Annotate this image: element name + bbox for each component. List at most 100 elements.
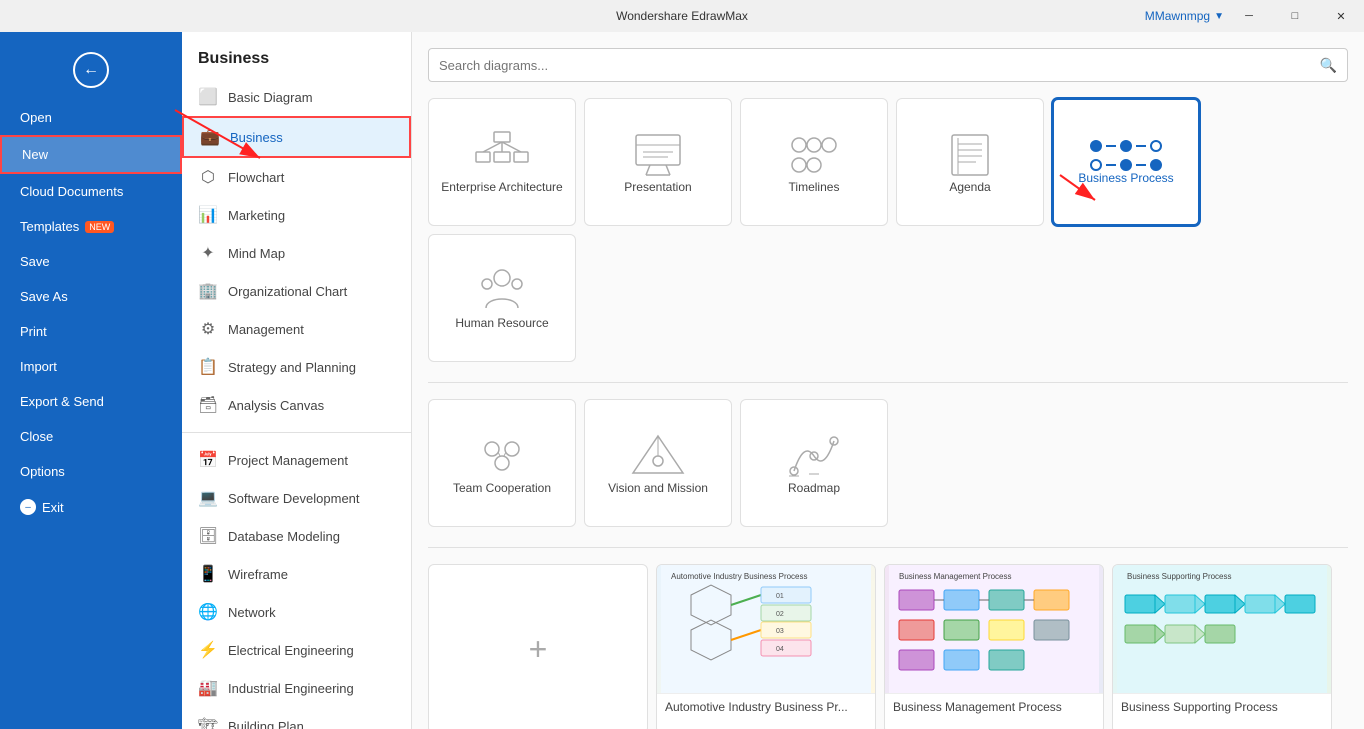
agenda-icon [940, 130, 1000, 180]
team-cooperation-icon [472, 431, 532, 481]
nav-industrial[interactable]: 🏭 Industrial Engineering [182, 669, 411, 707]
template-section-row1: Enterprise Architecture Presentation [428, 98, 1348, 362]
roadmap-icon [784, 431, 844, 481]
management-icon: ⚙ [198, 319, 218, 339]
sidebar-item-new[interactable]: New [0, 135, 182, 174]
svg-text:Automotive Industry Business P: Automotive Industry Business Process [671, 572, 808, 581]
bottom-template-grid-1: + Automotive Industry Business Process [428, 564, 1348, 729]
nav-basic-diagram[interactable]: ⬜ Basic Diagram [182, 78, 411, 116]
sidebar-item-templates[interactable]: Templates NEW [0, 209, 182, 244]
biz-supporting-thumb: Business Supporting Process [1113, 565, 1331, 693]
sidebar-item-cloud[interactable]: Cloud Documents [0, 174, 182, 209]
exit-icon: – [20, 499, 36, 515]
back-button-container: ← [0, 40, 182, 100]
automotive-label: Automotive Industry Business Pr... [657, 693, 875, 720]
plus-icon: + [529, 631, 548, 668]
nav-business[interactable]: 💼 Business [182, 116, 411, 158]
template-biz-supporting[interactable]: Business Supporting Process [1112, 564, 1332, 729]
nav-network[interactable]: 🌐 Network [182, 593, 411, 631]
sidebar-item-import[interactable]: Import [0, 349, 182, 384]
business-process-icon [1090, 140, 1162, 171]
username: MMawnmpg [1145, 9, 1210, 23]
app-body: ← Open New Cloud Documents Templates NEW… [0, 32, 1364, 729]
flowchart-icon: ⬡ [198, 167, 218, 187]
new-template-card[interactable]: + [428, 564, 648, 729]
window-controls: ─ □ ✕ [1226, 0, 1364, 32]
nav-database[interactable]: 🗄 Database Modeling [182, 517, 411, 555]
section-title: Business [182, 32, 411, 78]
nav-analysis[interactable]: 🗃 Analysis Canvas [182, 386, 411, 424]
template-roadmap[interactable]: Roadmap [740, 399, 888, 527]
sidebar-item-exit[interactable]: – Exit [0, 489, 182, 525]
enterprise-architecture-label: Enterprise Architecture [441, 180, 562, 194]
template-presentation[interactable]: Presentation [584, 98, 732, 226]
section-divider-2 [428, 547, 1348, 548]
nav-wireframe[interactable]: 📱 Wireframe [182, 555, 411, 593]
template-business-process[interactable]: Business Process [1052, 98, 1200, 226]
sidebar-item-saveas[interactable]: Save As [0, 279, 182, 314]
nav-marketing[interactable]: 📊 Marketing [182, 196, 411, 234]
svg-text:Business Management Process: Business Management Process [899, 572, 1012, 581]
template-team-cooperation[interactable]: Team Cooperation [428, 399, 576, 527]
presentation-icon [628, 130, 688, 180]
template-vision-mission[interactable]: Vision and Mission [584, 399, 732, 527]
svg-text:03: 03 [776, 628, 784, 635]
nav-strategy[interactable]: 📋 Strategy and Planning [182, 348, 411, 386]
enterprise-architecture-icon [472, 130, 532, 180]
marketing-icon: 📊 [198, 205, 218, 225]
mindmap-icon: ✦ [198, 243, 218, 263]
search-bar: 🔍 [428, 48, 1348, 82]
nav-project[interactable]: 📅 Project Management [182, 441, 411, 479]
business-process-label: Business Process [1078, 171, 1173, 185]
nav-mindmap[interactable]: ✦ Mind Map [182, 234, 411, 272]
sidebar-item-print[interactable]: Print [0, 314, 182, 349]
app-title: Wondershare EdrawMax [616, 9, 748, 23]
sidebar-item-close[interactable]: Close [0, 419, 182, 454]
roadmap-label: Roadmap [788, 481, 840, 495]
biz-management-thumbnail: Business Management Process [889, 565, 1099, 693]
section-divider [428, 382, 1348, 383]
automotive-thumb: Automotive Industry Business Process 01 … [657, 565, 875, 693]
sidebar-item-open[interactable]: Open [0, 100, 182, 135]
sidebar-item-options[interactable]: Options [0, 454, 182, 489]
nav-management[interactable]: ⚙ Management [182, 310, 411, 348]
search-input[interactable] [439, 58, 1320, 73]
biz-supporting-thumbnail: Business Supporting Process [1117, 565, 1327, 693]
nav-flowchart[interactable]: ⬡ Flowchart [182, 158, 411, 196]
template-section-row2: Team Cooperation Vision and Mission [428, 399, 1348, 527]
user-info: MMawnmpg ▼ [1145, 0, 1224, 32]
basic-diagram-icon: ⬜ [198, 87, 218, 107]
presentation-label: Presentation [624, 180, 691, 194]
template-timelines[interactable]: Timelines [740, 98, 888, 226]
vision-mission-icon [628, 431, 688, 481]
template-agenda[interactable]: Agenda [896, 98, 1044, 226]
business-icon: 💼 [200, 127, 220, 147]
maximize-button[interactable]: □ [1272, 0, 1318, 32]
biz-management-label: Business Management Process [885, 693, 1103, 720]
svg-text:02: 02 [776, 611, 784, 618]
nav-separator [182, 432, 411, 433]
template-human-resource[interactable]: Human Resource [428, 234, 576, 362]
back-button[interactable]: ← [73, 52, 109, 88]
nav-software[interactable]: 💻 Software Development [182, 479, 411, 517]
team-cooperation-label: Team Cooperation [453, 481, 551, 495]
sidebar: ← Open New Cloud Documents Templates NEW… [0, 32, 182, 729]
template-grid-row1: Enterprise Architecture Presentation [428, 98, 1348, 362]
vision-mission-label: Vision and Mission [608, 481, 708, 495]
svg-text:Business Supporting Process: Business Supporting Process [1127, 572, 1232, 581]
database-icon: 🗄 [198, 526, 218, 546]
close-button[interactable]: ✕ [1318, 0, 1364, 32]
template-enterprise-architecture[interactable]: Enterprise Architecture [428, 98, 576, 226]
sidebar-item-save[interactable]: Save [0, 244, 182, 279]
search-icon[interactable]: 🔍 [1320, 57, 1337, 74]
nav-electrical[interactable]: ⚡ Electrical Engineering [182, 631, 411, 669]
template-automotive[interactable]: Automotive Industry Business Process 01 … [656, 564, 876, 729]
minimize-button[interactable]: ─ [1226, 0, 1272, 32]
analysis-icon: 🗃 [198, 395, 218, 415]
user-dropdown-icon[interactable]: ▼ [1214, 11, 1224, 22]
nav-orgchart[interactable]: 🏢 Organizational Chart [182, 272, 411, 310]
template-biz-management[interactable]: Business Management Process [884, 564, 1104, 729]
strategy-icon: 📋 [198, 357, 218, 377]
sidebar-item-export[interactable]: Export & Send [0, 384, 182, 419]
nav-building[interactable]: 🏗 Building Plan [182, 707, 411, 729]
